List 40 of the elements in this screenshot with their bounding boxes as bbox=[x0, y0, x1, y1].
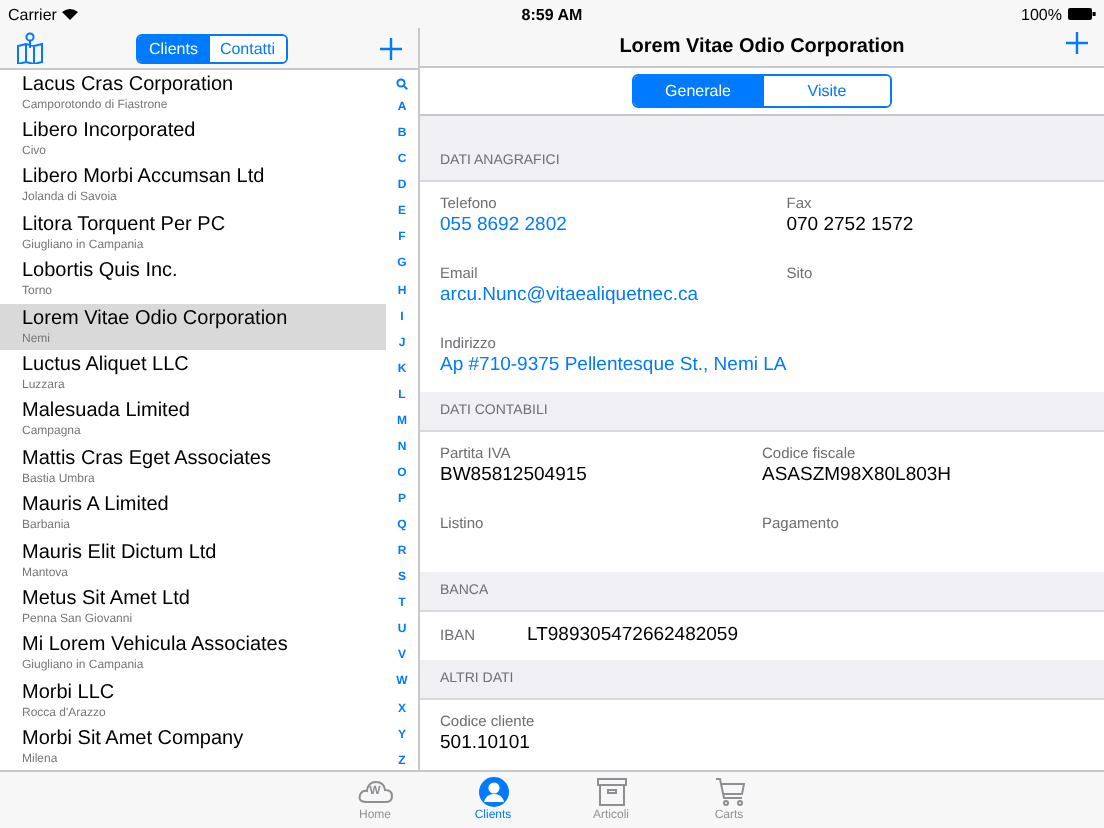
field-value[interactable]: Ap #710-9375 Pellentesque St., Nemi LA bbox=[440, 354, 787, 376]
add-icon[interactable] bbox=[1066, 32, 1088, 54]
client-name: Lacus Cras Corporation bbox=[22, 73, 236, 98]
person-icon bbox=[475, 776, 511, 808]
client-name: Mi Lorem Vehicula Associates bbox=[22, 634, 290, 659]
client-name: Lobortis Quis Inc. bbox=[22, 260, 180, 285]
field-value[interactable]: arcu.Nunc@vitaealiquetnec.ca bbox=[440, 284, 698, 306]
field-value: ASASZM98X80L803H bbox=[762, 464, 952, 486]
add-icon[interactable] bbox=[380, 37, 402, 59]
field-value: 070 2752 1572 bbox=[786, 214, 914, 236]
client-name: Libero Incorporated bbox=[22, 120, 198, 145]
client-name: Malesuada Limited bbox=[22, 400, 192, 425]
client-name: Lorem Vitae Odio Corporation bbox=[22, 307, 290, 332]
cart-icon bbox=[711, 776, 747, 808]
client-name: Luctus Aliquet LLC bbox=[22, 354, 191, 379]
client-name: Metus Sit Amet Ltd bbox=[22, 587, 192, 612]
field-value: LT989305472662482059 bbox=[527, 624, 738, 648]
detail-title: Lorem Vitae Odio Corporation bbox=[619, 35, 905, 58]
client-name: Morbi LLC bbox=[22, 681, 117, 706]
segment-tab[interactable]: Clients bbox=[138, 35, 208, 61]
carrier-label: Carrier bbox=[8, 5, 57, 23]
map-icon[interactable] bbox=[16, 32, 44, 64]
client-name: Mattis Cras Eget Associates bbox=[22, 447, 273, 472]
box-icon bbox=[593, 776, 629, 808]
battery-percent: 100% bbox=[1021, 5, 1062, 23]
client-name: Mauris A Limited bbox=[22, 494, 171, 519]
client-name: Mauris Elit Dictum Ltd bbox=[22, 541, 219, 566]
field-value[interactable]: 055 8692 2802 bbox=[440, 214, 567, 236]
battery-icon bbox=[1068, 8, 1096, 20]
clock-time: 8:59 AM bbox=[521, 5, 583, 23]
segment-tab[interactable]: Visite bbox=[762, 75, 890, 106]
client-name: Morbi Sit Amet Company bbox=[22, 728, 246, 753]
client-name: Litora Torquent Per PC bbox=[22, 213, 228, 238]
search-icon[interactable] bbox=[396, 78, 408, 90]
wifi-icon bbox=[62, 8, 79, 20]
segment-tab[interactable]: Contatti bbox=[207, 35, 286, 61]
client-name: Libero Morbi Accumsan Ltd bbox=[22, 166, 267, 191]
field-value: 501.10101 bbox=[440, 732, 530, 754]
field-value: BW85812504915 bbox=[440, 464, 587, 486]
segment-tab[interactable]: Generale bbox=[634, 75, 762, 106]
